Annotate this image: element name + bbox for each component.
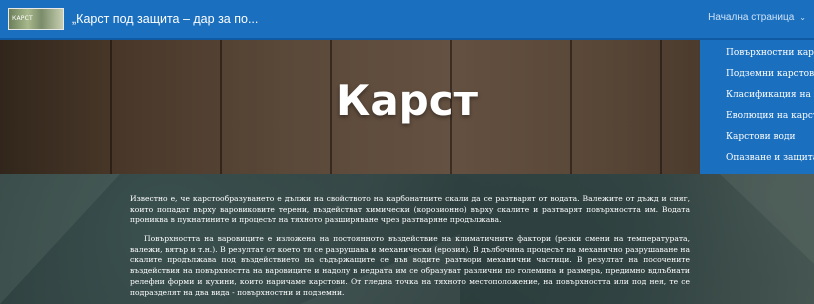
hero-banner: Карст <box>0 40 814 174</box>
chevron-down-icon: ⌄ <box>799 13 806 22</box>
menu-item-protection[interactable]: Опазване и защита ... <box>700 147 814 168</box>
site-logo[interactable]: КАРСТ <box>8 8 64 30</box>
site-title[interactable]: „Карст под защита – дар за по... <box>72 12 258 26</box>
top-bar: КАРСТ „Карст под защита – дар за по... Н… <box>0 0 814 40</box>
menu-item-surface-karst[interactable]: Повърхностни карс... <box>700 42 814 63</box>
nav-current-label: Начална страница <box>708 12 795 23</box>
menu-item-underground-karst[interactable]: Подземни карстови ... <box>700 63 814 84</box>
menu-item-evolution[interactable]: Еволюция на карста <box>700 105 814 126</box>
content-section: Известно е, че карстообразуването е дълж… <box>0 174 814 304</box>
nav-dropdown-menu: Повърхностни карс... Подземни карстови .… <box>700 40 814 174</box>
page-title: Карст <box>336 76 478 125</box>
menu-item-karst-waters[interactable]: Карстови води <box>700 126 814 147</box>
logo-text: КАРСТ <box>12 15 33 22</box>
content-paragraph: Повърхността на варовиците е изложена на… <box>130 234 690 297</box>
nav-menu-toggle[interactable]: Начална страница ⌄ <box>708 12 806 23</box>
content-paragraph: Известно е, че карстообразуването е дълж… <box>130 194 690 225</box>
menu-item-classification[interactable]: Класификация на пе... <box>700 84 814 105</box>
